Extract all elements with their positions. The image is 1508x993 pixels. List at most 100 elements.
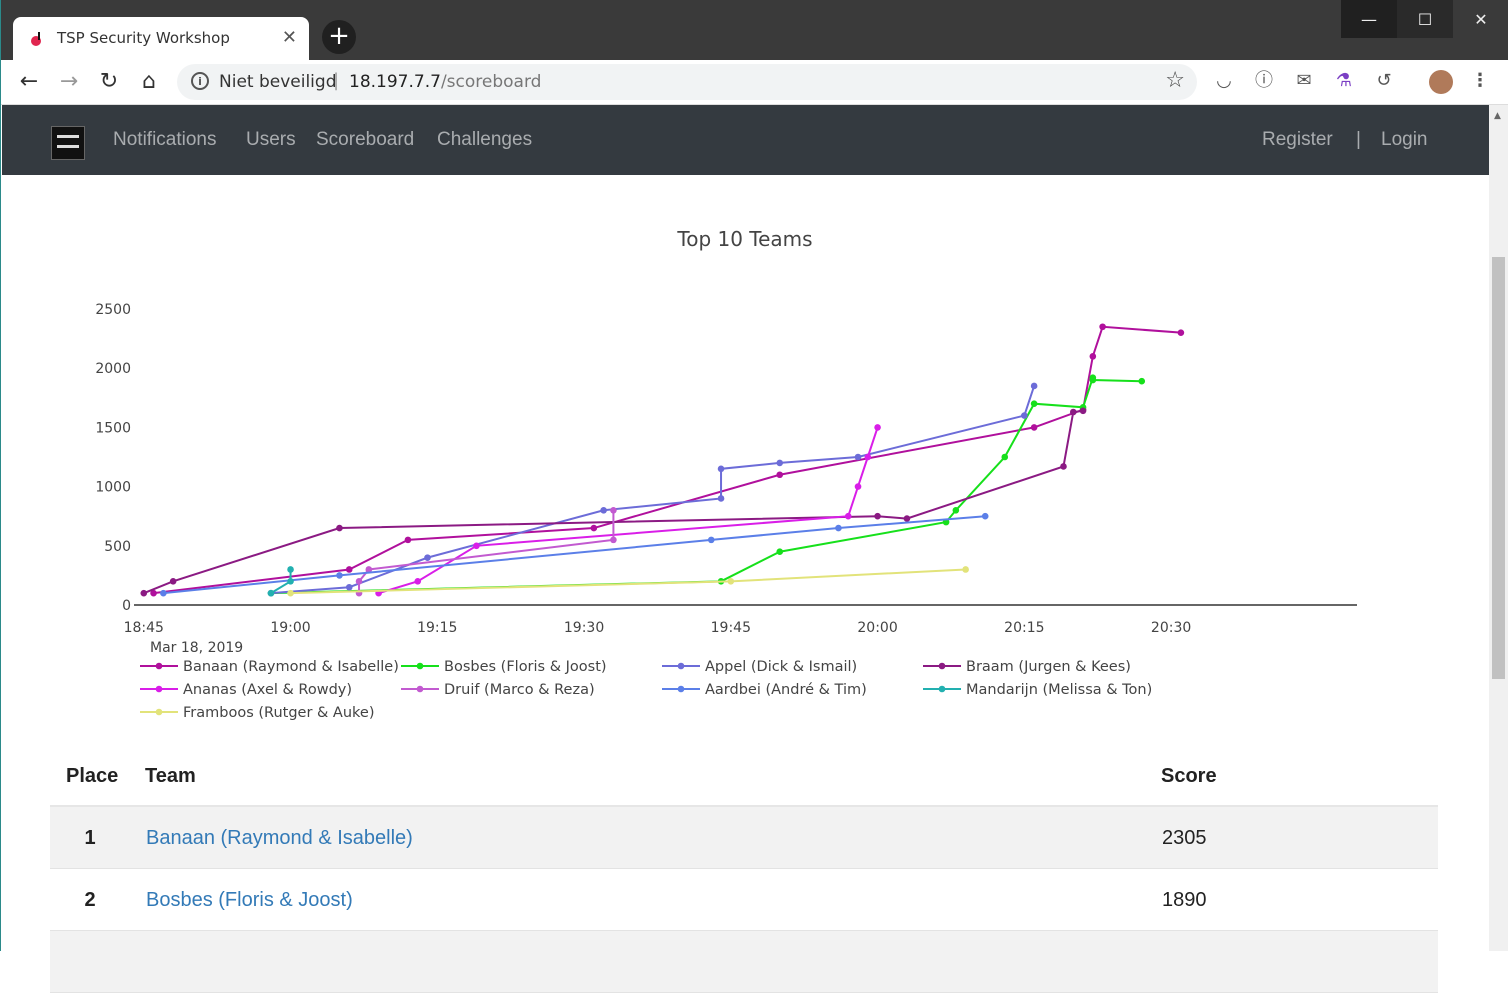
row-place: 1 (84, 827, 96, 849)
series-line (378, 427, 879, 595)
legend-label: Bosbes (Floris & Joost) (444, 659, 607, 675)
nav-challenges[interactable]: Challenges (437, 129, 532, 151)
data-point (776, 548, 784, 556)
data-point (874, 512, 881, 520)
chart-title: Top 10 Teams (676, 227, 812, 251)
legend-label: Mandarijn (Melissa & Ton) (966, 682, 1152, 698)
reload-icon[interactable]: ↻ (95, 68, 123, 96)
data-point (473, 542, 480, 550)
data-point (864, 453, 872, 461)
data-point (287, 566, 294, 573)
browser-tab[interactable]: TSP Security Workshop ✕ (13, 17, 309, 60)
scroll-up-icon[interactable]: ▲ (1494, 111, 1501, 121)
header-team: Team (145, 765, 196, 787)
data-point (707, 536, 715, 544)
legend-marker (155, 685, 163, 693)
address-separator: | (333, 70, 340, 91)
data-point (1177, 329, 1185, 336)
data-point (336, 572, 343, 579)
row-team-link[interactable]: Banaan (Raymond & Isabelle) (146, 827, 413, 850)
x-tick-label: 19:30 (564, 620, 604, 636)
legend-marker (155, 662, 163, 670)
x-tick-label: 20:00 (857, 620, 897, 636)
address-bar[interactable]: i Niet beveiligd | 18.197.7.7/scoreboard… (177, 64, 1197, 100)
legend-label: Druif (Marco & Reza) (444, 682, 595, 698)
x-tick-label: 19:00 (270, 620, 310, 636)
data-point (776, 459, 784, 467)
data-point (336, 524, 343, 532)
window-controls: — ☐ ✕ (1341, 0, 1508, 38)
site-navbar: Notifications Users Scoreboard Challenge… (2, 105, 1489, 175)
data-point (1089, 376, 1097, 384)
mail-icon[interactable]: ✉ (1293, 70, 1315, 92)
nav-separator: | (1356, 129, 1361, 150)
x-tick-label: 18:45 (124, 620, 164, 636)
data-point (590, 524, 598, 532)
data-point (610, 536, 617, 544)
row-place: 2 (84, 889, 96, 911)
series-line (143, 409, 1084, 595)
data-point (854, 453, 862, 461)
series-line (270, 377, 1142, 595)
data-point (981, 512, 989, 520)
data-point (1030, 400, 1038, 408)
scrollbar-thumb[interactable] (1492, 257, 1505, 679)
site-logo[interactable] (51, 126, 85, 160)
maximize-button[interactable]: ☐ (1397, 0, 1453, 38)
legend-label: Aardbei (André & Tim) (705, 682, 867, 698)
menu-icon[interactable]: ⋮ (1469, 70, 1491, 92)
data-point (962, 566, 969, 573)
data-point (835, 524, 842, 532)
back-icon[interactable]: ← (15, 68, 43, 96)
series-line (153, 325, 1181, 595)
tab-close-icon[interactable]: ✕ (282, 27, 297, 48)
legend-marker (677, 685, 685, 693)
series-line (290, 568, 966, 595)
data-point (1060, 463, 1067, 470)
x-tick-label: 20:30 (1151, 620, 1191, 636)
x-tick-label: 19:15 (417, 620, 457, 636)
nav-notifications[interactable]: Notifications (113, 129, 217, 151)
nav-scoreboard[interactable]: Scoreboard (316, 129, 414, 151)
browser-titlebar: TSP Security Workshop ✕ + — ☐ ✕ (1, 0, 1508, 60)
url-host: 18.197.7.7 (349, 72, 441, 92)
legend-label: Ananas (Axel & Rowdy) (183, 682, 352, 698)
series-line (270, 385, 1036, 595)
y-tick-label: 2000 (95, 361, 131, 377)
new-tab-button[interactable]: + (322, 20, 356, 54)
data-point (345, 566, 353, 573)
star-icon[interactable]: ☆ (1165, 68, 1185, 93)
data-point (610, 506, 617, 514)
data-point (1138, 377, 1146, 385)
nav-register[interactable]: Register (1262, 129, 1333, 151)
avatar[interactable] (1429, 70, 1453, 94)
y-tick-label: 1000 (95, 480, 131, 496)
data-point (267, 589, 275, 597)
browser-toolbar: ← → ↻ ⌂ i Niet beveiligd | 18.197.7.7/sc… (1, 60, 1508, 105)
data-point (717, 495, 725, 502)
data-point (345, 583, 353, 591)
series-line (163, 515, 986, 595)
nav-users[interactable]: Users (246, 129, 296, 151)
close-window-button[interactable]: ✕ (1453, 0, 1508, 38)
data-point (160, 589, 167, 597)
data-point (424, 554, 431, 561)
info-icon[interactable]: i (191, 72, 209, 90)
url-text[interactable]: 18.197.7.7/scoreboard (349, 72, 541, 92)
page-scrollbar[interactable]: ▲ (1489, 105, 1508, 951)
pocket-icon[interactable]: ◡ (1213, 70, 1235, 92)
data-point (727, 578, 735, 585)
forward-icon[interactable]: → (55, 68, 83, 96)
table-row (50, 931, 1438, 993)
home-icon[interactable]: ⌂ (135, 68, 163, 96)
nav-login[interactable]: Login (1381, 129, 1428, 151)
y-tick-label: 1500 (95, 420, 131, 436)
row-score: 1890 (1162, 889, 1207, 911)
row-team-link[interactable]: Bosbes (Floris & Joost) (146, 889, 353, 912)
flask-icon[interactable]: ⚗ (1333, 70, 1355, 92)
privacy-icon[interactable]: ⓘ (1253, 70, 1275, 92)
history-icon[interactable]: ↺ (1373, 70, 1395, 92)
y-tick-label: 2500 (95, 302, 131, 318)
minimize-button[interactable]: — (1341, 0, 1397, 38)
url-path: /scoreboard (440, 72, 542, 92)
